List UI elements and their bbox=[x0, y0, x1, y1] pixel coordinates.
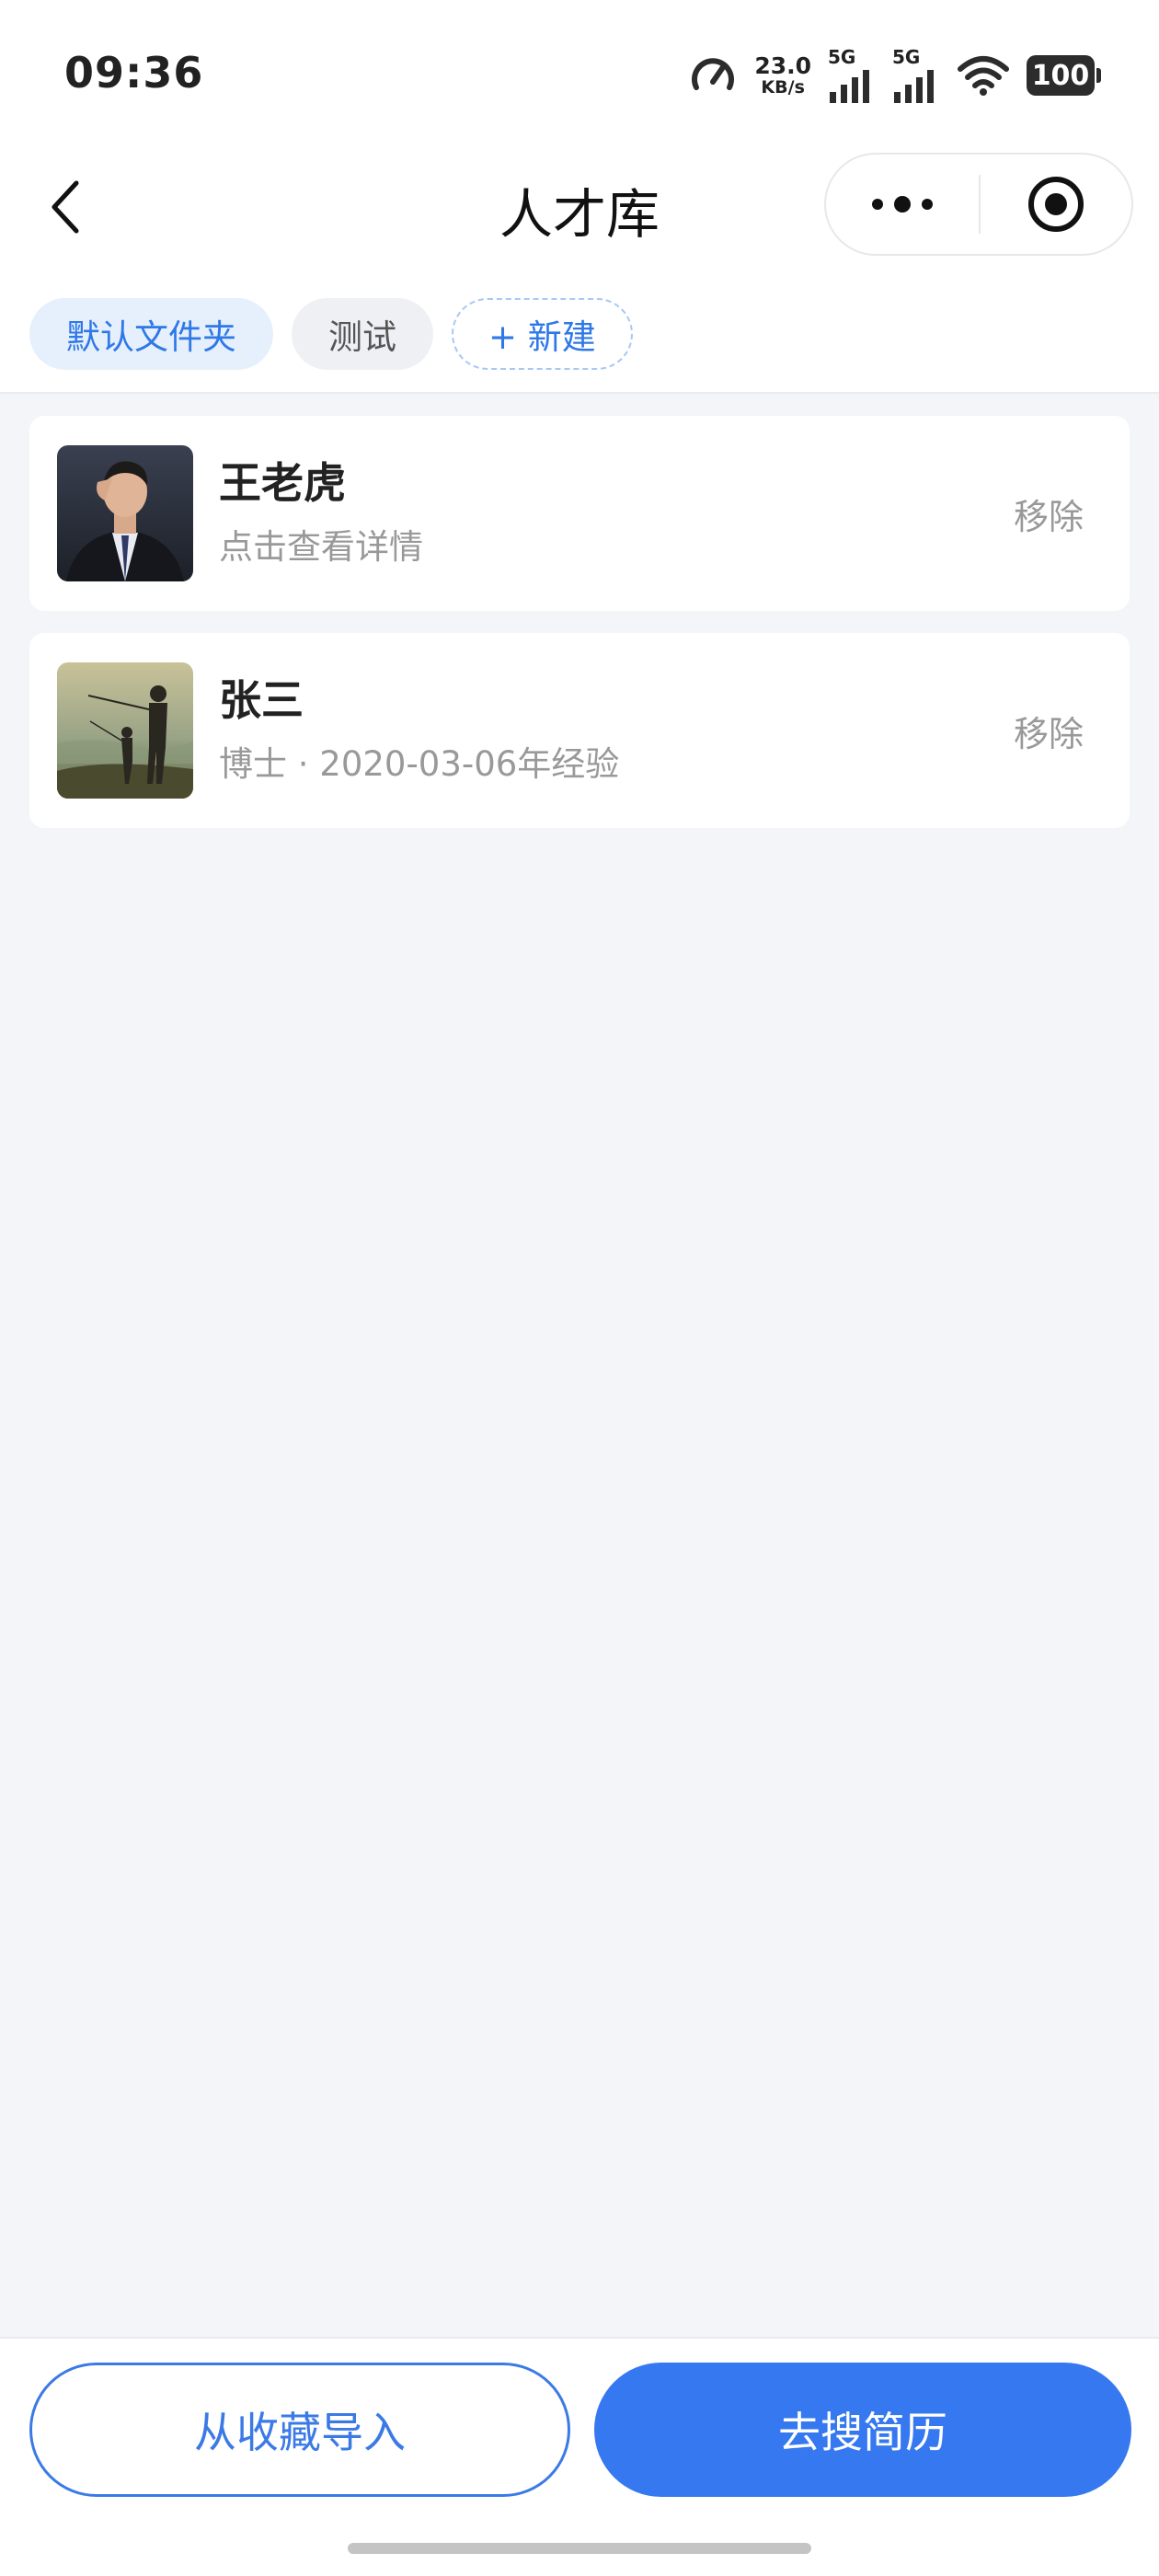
speed-unit: KB/s bbox=[761, 77, 805, 98]
mini-program-capsule bbox=[824, 153, 1133, 256]
header-area: 09:36 23.0 KB/s 5G 5G 100 人才库 默认文件夹 测试 +… bbox=[0, 0, 1159, 394]
candidate-name: 张三 bbox=[219, 675, 304, 726]
candidate-name: 王老虎 bbox=[219, 458, 346, 509]
remove-button[interactable]: 移除 bbox=[1014, 489, 1084, 539]
signal-sim1: 5G bbox=[828, 48, 876, 103]
candidate-info: 张三 博士 · 2020-03-06年经验 bbox=[219, 675, 1014, 785]
new-folder-button[interactable]: + 新建 bbox=[452, 298, 633, 370]
list-item[interactable]: 王老虎 点击查看详情 移除 bbox=[29, 416, 1130, 611]
wifi-icon bbox=[958, 56, 1009, 96]
more-dots-icon bbox=[872, 196, 933, 213]
man-in-suit-photo bbox=[57, 445, 193, 581]
fishing-silhouette-photo bbox=[57, 662, 193, 799]
speed-value: 23.0 bbox=[754, 52, 811, 79]
battery-level: 100 bbox=[1031, 59, 1090, 92]
sim1-label: 5G bbox=[828, 46, 856, 68]
network-speed: 23.0 KB/s bbox=[754, 54, 811, 97]
target-circle-icon bbox=[1028, 177, 1084, 232]
candidate-subtitle: 博士 · 2020-03-06年经验 bbox=[219, 743, 620, 784]
back-button[interactable] bbox=[42, 175, 88, 239]
signal-sim2: 5G bbox=[892, 48, 940, 103]
avatar bbox=[57, 445, 193, 581]
remove-button[interactable]: 移除 bbox=[1014, 706, 1084, 756]
signal-bars-icon bbox=[830, 70, 869, 103]
sim2-label: 5G bbox=[892, 46, 921, 68]
tab-test[interactable]: 测试 bbox=[292, 298, 433, 370]
tab-default-folder[interactable]: 默认文件夹 bbox=[29, 298, 273, 370]
import-from-favorites-button[interactable]: 从收藏导入 bbox=[29, 2363, 570, 2497]
more-button[interactable] bbox=[826, 155, 979, 254]
signal-bars-icon bbox=[894, 70, 934, 103]
chevron-left-icon bbox=[52, 180, 79, 234]
speedometer-icon bbox=[692, 58, 735, 90]
search-resume-button[interactable]: 去搜简历 bbox=[594, 2363, 1131, 2497]
status-bar: 09:36 23.0 KB/s 5G 5G 100 bbox=[0, 0, 1159, 147]
home-indicator[interactable] bbox=[348, 2543, 811, 2554]
close-mini-program-button[interactable] bbox=[981, 155, 1131, 254]
folder-tabs: 默认文件夹 测试 + 新建 bbox=[29, 298, 633, 370]
candidate-subtitle: 点击查看详情 bbox=[219, 526, 423, 567]
status-time: 09:36 bbox=[64, 48, 204, 98]
avatar bbox=[57, 662, 193, 799]
bottom-action-bar: 从收藏导入 去搜简历 bbox=[0, 2337, 1159, 2576]
battery-indicator: 100 bbox=[1027, 55, 1101, 96]
candidate-list: 王老虎 点击查看详情 移除 张三 博士 · 2020-03-06年经验 移除 bbox=[29, 416, 1130, 850]
list-item[interactable]: 张三 博士 · 2020-03-06年经验 移除 bbox=[29, 633, 1130, 828]
status-icons: 23.0 KB/s 5G 5G 100 bbox=[688, 48, 1101, 103]
candidate-info: 王老虎 点击查看详情 bbox=[219, 458, 1014, 568]
